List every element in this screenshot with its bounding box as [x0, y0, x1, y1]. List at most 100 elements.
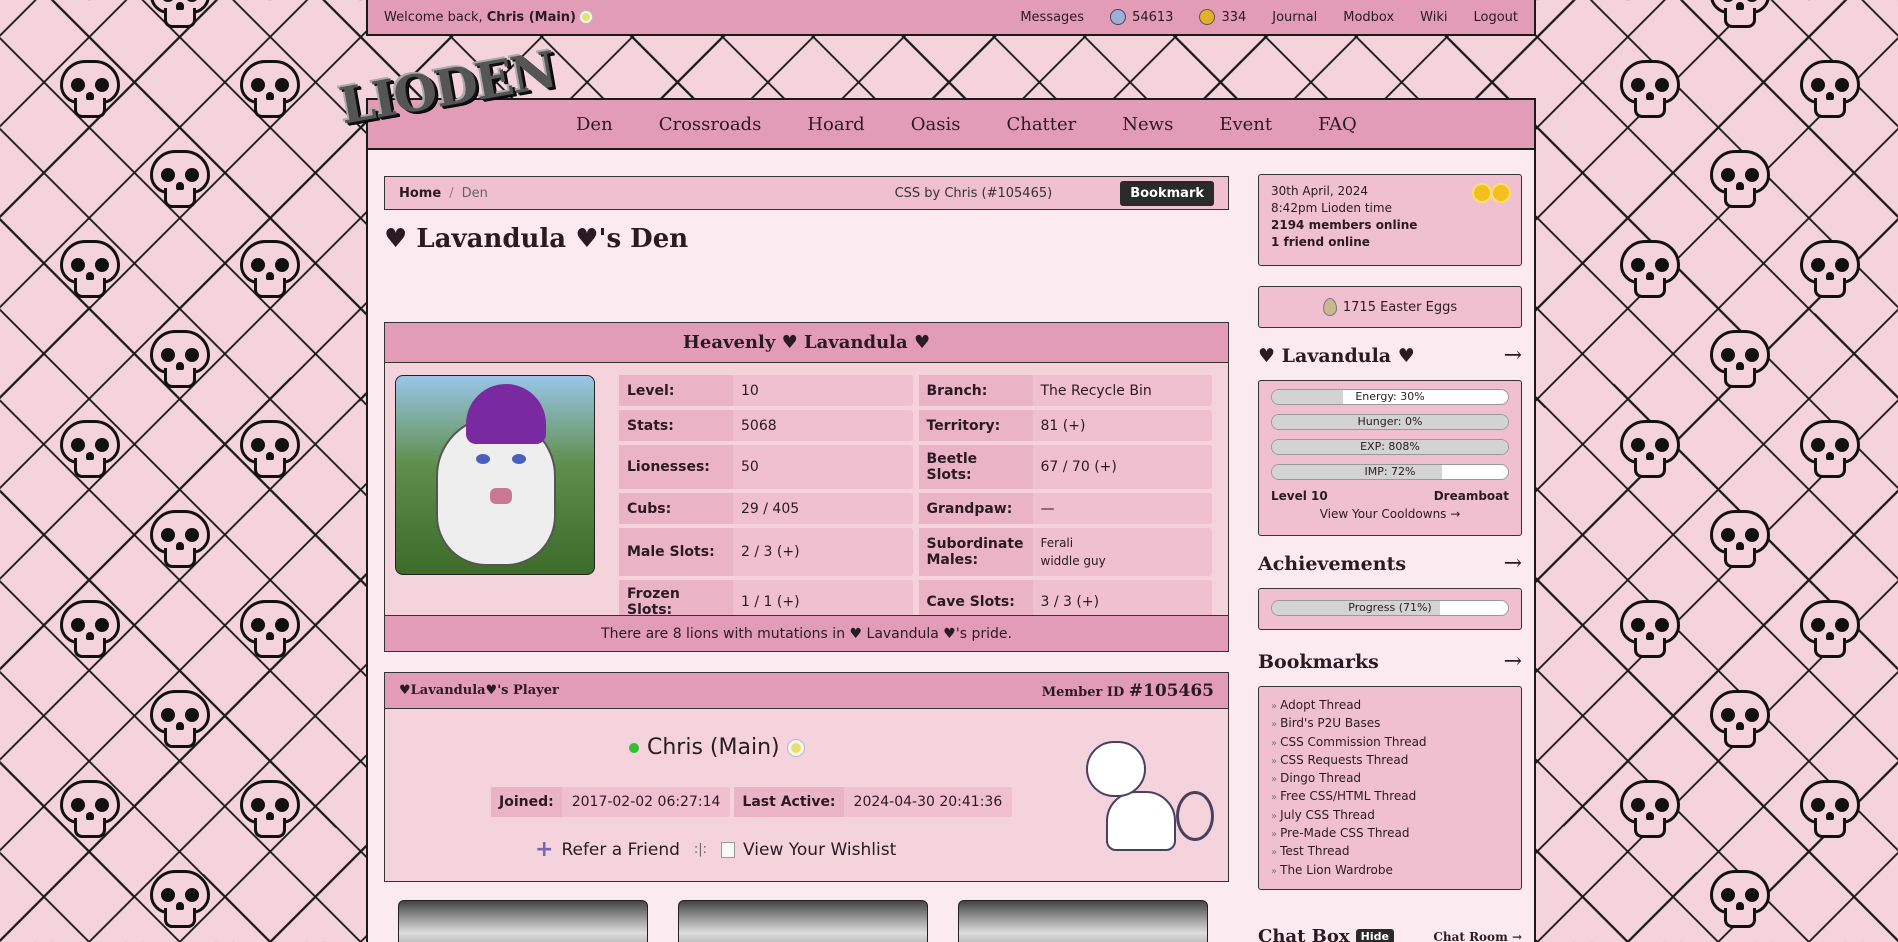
nav-oasis[interactable]: Oasis [911, 114, 961, 135]
skull-icon [1620, 780, 1680, 842]
den-image[interactable] [398, 900, 648, 942]
sun-icon [1474, 185, 1490, 201]
css-credit[interactable]: CSS by Chris (#105465) [895, 186, 1053, 201]
achievements-box: Progress (71%) [1258, 588, 1522, 630]
username[interactable]: Chris (Main) [487, 10, 576, 25]
chat-heading: Chat Box Hide Chat Room → [1258, 926, 1522, 942]
bullet-icon: » [1271, 701, 1278, 712]
messages-link[interactable]: Messages [1020, 10, 1084, 25]
stat-value[interactable]: 2 / 3 (+) [733, 528, 913, 576]
bookmark-button[interactable]: Bookmark [1120, 180, 1214, 206]
bookmark-item[interactable]: » July CSS Thread [1271, 807, 1509, 825]
egg-icon [1322, 298, 1337, 316]
skull-icon [240, 420, 300, 482]
bookmark-item[interactable]: » Dingo Thread [1271, 770, 1509, 788]
chat-room-link[interactable]: Chat Room → [1433, 930, 1522, 942]
weather-icons [1474, 185, 1509, 201]
breadcrumb-home[interactable]: Home [399, 186, 441, 201]
skull-icon [1620, 420, 1680, 482]
nav-news[interactable]: News [1122, 114, 1173, 135]
logout-link[interactable]: Logout [1473, 10, 1518, 25]
level-text: Level 10 [1271, 489, 1328, 503]
modbox-link[interactable]: Modbox [1343, 10, 1394, 25]
bookmark-item[interactable]: » CSS Requests Thread [1271, 752, 1509, 770]
currency-one[interactable]: 54613 [1110, 9, 1173, 25]
stat-value: 10 [741, 382, 759, 399]
stat-value[interactable]: 67 / 70 (+) [1033, 445, 1213, 489]
skull-icon [150, 870, 210, 932]
arrow-right-icon[interactable]: → [1504, 343, 1522, 368]
nav-crossroads[interactable]: Crossroads [659, 114, 762, 135]
arrow-right-icon[interactable]: → [1504, 551, 1522, 576]
player-header-title: ♥Lavandula♥'s Player [399, 683, 559, 698]
flower-icon [580, 11, 593, 23]
bullet-icon: » [1271, 774, 1278, 786]
page-title: ♥ Lavandula ♥'s Den [384, 224, 689, 254]
friends-online[interactable]: 1 friend online [1271, 234, 1509, 251]
bookmark-item[interactable]: » Free CSS/HTML Thread [1271, 788, 1509, 806]
player-name[interactable]: Chris (Main) [629, 735, 804, 760]
bookmarks-box: » Adopt Thread» Bird's P2U Bases» CSS Commi… [1258, 686, 1522, 890]
bookmark-item[interactable]: » The Lion Wardrobe [1271, 862, 1509, 880]
member-id: Member ID #105465 [1041, 680, 1214, 701]
members-online[interactable]: 2194 members online [1271, 217, 1509, 234]
skull-icon [1620, 240, 1680, 302]
skull-icon [60, 60, 120, 122]
lion-heading: ♥ Lavandula ♥ → [1258, 343, 1522, 368]
stat-row: Level: 10 [619, 375, 913, 406]
egg-box: 1715 Easter Eggs [1258, 286, 1522, 328]
mutation-note: There are 8 lions with mutations in ♥ La… [385, 615, 1228, 651]
stat-row: Male Slots: 2 / 3 (+) [619, 528, 913, 576]
nav-event[interactable]: Event [1219, 114, 1272, 135]
joined-label: Joined: [491, 787, 562, 817]
wishlist-link[interactable]: View Your Wishlist [721, 840, 896, 860]
bookmark-item[interactable]: » Adopt Thread [1271, 697, 1509, 715]
den-image[interactable] [958, 900, 1208, 942]
achievement-progress-bar: Progress (71%) [1271, 600, 1509, 616]
den-image[interactable] [678, 900, 928, 942]
player-dates: Joined: 2017-02-02 06:27:14 Last Active:… [491, 787, 1013, 817]
stat-value: — [1040, 500, 1055, 517]
skull-icon [1620, 60, 1680, 122]
stat-label: Male Slots: [619, 528, 733, 576]
lion-portrait[interactable] [395, 375, 595, 575]
nav-faq[interactable]: FAQ [1318, 114, 1357, 135]
skull-icon [60, 780, 120, 842]
arrow-right-icon[interactable]: → [1504, 649, 1522, 674]
stat-value[interactable]: 81 (+) [1033, 410, 1213, 441]
stat-value: 5068 [741, 417, 777, 434]
skull-icon [150, 690, 210, 752]
bullet-icon: » [1271, 810, 1278, 822]
skull-icon [60, 240, 120, 302]
cooldowns-link[interactable]: View Your Cooldowns → [1271, 507, 1509, 521]
skull-icon [1710, 690, 1770, 752]
plus-icon: + [535, 837, 554, 862]
skull-icon [1800, 420, 1860, 482]
bullet-icon: » [1271, 865, 1278, 877]
status-bar: Hunger: 0% [1271, 414, 1509, 430]
refer-friend-link[interactable]: + Refer a Friend [535, 837, 680, 862]
nav-chatter[interactable]: Chatter [1006, 114, 1076, 135]
stat-label: Subordinate Males: [918, 528, 1033, 576]
currency-two[interactable]: 334 [1199, 9, 1246, 25]
skull-icon [240, 600, 300, 662]
skull-icon [1710, 0, 1770, 32]
stat-label: Stats: [619, 410, 733, 441]
bookmark-item[interactable]: » CSS Commission Thread [1271, 734, 1509, 752]
skull-icon [1710, 330, 1770, 392]
bookmark-item[interactable]: » Pre-Made CSS Thread [1271, 825, 1509, 843]
hide-chat-button[interactable]: Hide [1355, 929, 1394, 942]
nav-hoard[interactable]: Hoard [807, 114, 864, 135]
wiki-link[interactable]: Wiki [1420, 10, 1447, 25]
bookmark-item[interactable]: » Bird's P2U Bases [1271, 715, 1509, 733]
bullet-icon: » [1271, 719, 1278, 731]
nav-den[interactable]: Den [576, 114, 613, 135]
skull-icon [240, 60, 300, 122]
skull-icon [60, 420, 120, 482]
bookmark-item[interactable]: » Test Thread [1271, 843, 1509, 861]
skull-icon [240, 240, 300, 302]
bullet-icon: » [1271, 737, 1278, 749]
bullet-icon: » [1271, 792, 1278, 804]
journal-link[interactable]: Journal [1272, 10, 1317, 25]
stat-value[interactable]: Ferali widdle guy [1033, 528, 1213, 576]
